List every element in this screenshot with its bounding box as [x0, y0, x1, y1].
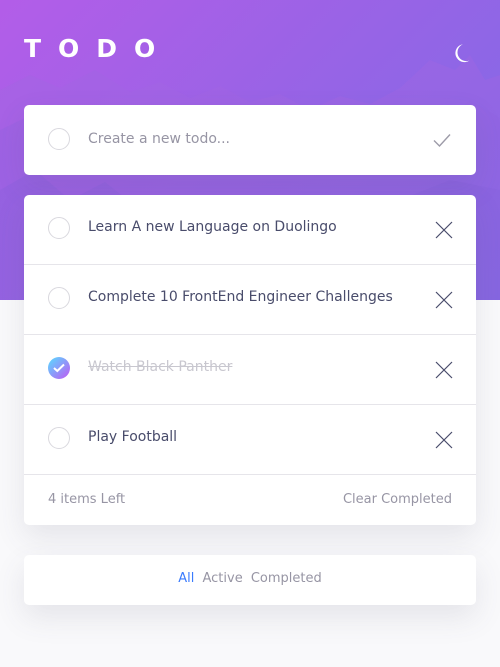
todo-toggle[interactable] — [48, 287, 70, 309]
todo-item: Complete 10 FrontEnd Engineer Challenges — [24, 265, 476, 335]
items-left-count: 4 items Left — [48, 492, 126, 507]
theme-toggle-button[interactable] — [453, 41, 477, 65]
todo-label[interactable]: Learn A new Language on Duolingo — [88, 217, 337, 237]
todo-label[interactable]: Complete 10 FrontEnd Engineer Challenges — [88, 287, 393, 307]
delete-icon[interactable] — [435, 221, 453, 239]
filter-card: All Active Completed — [24, 555, 476, 605]
check-icon[interactable] — [432, 130, 452, 150]
delete-icon[interactable] — [435, 431, 453, 449]
filter-active[interactable]: Active — [203, 571, 243, 586]
todo-label[interactable]: Play Football — [88, 427, 177, 447]
todo-item-completed: Watch Black Panther — [24, 335, 476, 405]
todo-toggle[interactable] — [48, 217, 70, 239]
filter-all[interactable]: All — [178, 571, 194, 586]
todo-app: TODO Learn A new Language on Duolingo Co… — [0, 0, 500, 667]
filter-completed[interactable]: Completed — [251, 571, 322, 586]
moon-icon — [455, 44, 470, 63]
new-todo-input[interactable] — [88, 128, 408, 150]
new-todo-card — [24, 105, 476, 175]
todo-label[interactable]: Watch Black Panther — [88, 357, 232, 377]
clear-completed-button[interactable]: Clear Completed — [343, 492, 452, 507]
delete-icon[interactable] — [435, 361, 453, 379]
todo-item: Learn A new Language on Duolingo — [24, 195, 476, 265]
todo-toggle[interactable] — [48, 427, 70, 449]
todo-toggle-checked[interactable] — [48, 357, 70, 379]
todo-item: Play Football — [24, 405, 476, 475]
new-todo-toggle[interactable] — [48, 128, 70, 150]
delete-icon[interactable] — [435, 291, 453, 309]
checkmark-icon — [53, 363, 65, 373]
todo-list: Learn A new Language on Duolingo Complet… — [24, 195, 476, 525]
list-footer: 4 items Left Clear Completed — [24, 475, 476, 525]
filter-bar: All Active Completed — [24, 570, 476, 588]
app-title: TODO — [24, 34, 173, 63]
